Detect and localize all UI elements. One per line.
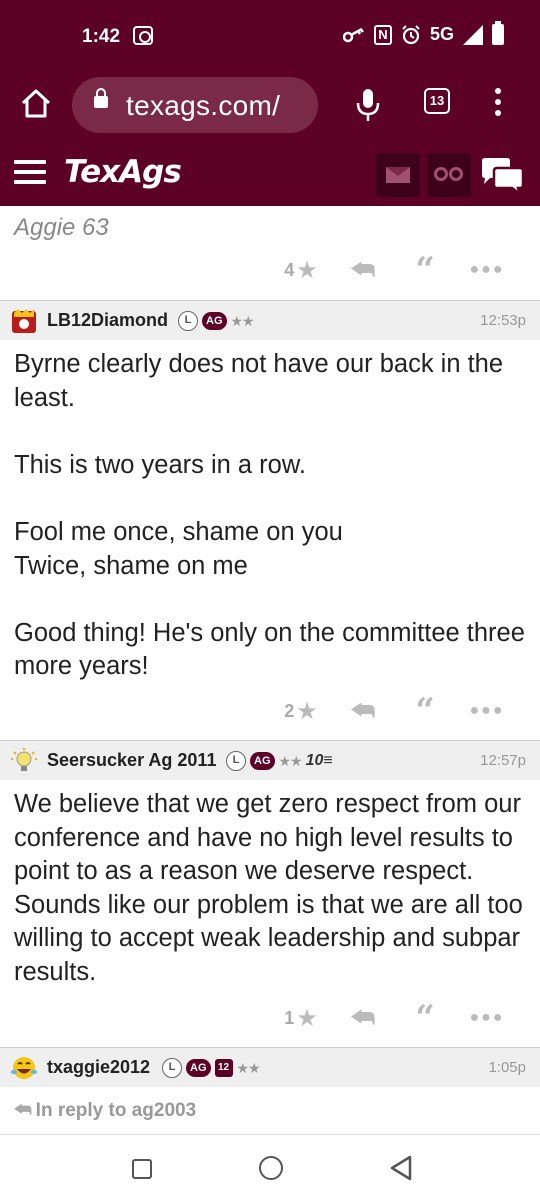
reply-button[interactable]: ⮪: [332, 695, 394, 726]
screen-record-icon: [133, 26, 153, 45]
site-logo[interactable]: TexAgs: [64, 154, 182, 190]
quote-button[interactable]: “: [394, 998, 456, 1038]
post-body: Byrne clearly does not have our back in …: [14, 348, 530, 684]
badge-12: 12: [214, 1059, 233, 1077]
post-actions: 1 ★ ⮪ “ ●●●: [270, 998, 518, 1038]
home-nav-icon[interactable]: [259, 1156, 283, 1180]
avatar[interactable]: [10, 1054, 38, 1082]
username[interactable]: Seersucker Ag 2011: [47, 750, 216, 771]
tab-switcher-button[interactable]: 13: [424, 88, 450, 114]
post-text: This is two years in a row.: [14, 450, 306, 479]
like-button[interactable]: 1 ★: [270, 1003, 332, 1033]
user-badges: L AG ★★: [178, 311, 255, 331]
quote-button[interactable]: “: [394, 691, 456, 731]
nfc-icon: N: [373, 24, 392, 45]
mic-icon[interactable]: [354, 86, 382, 124]
like-count: 2: [284, 700, 295, 721]
reply-icon: ⮪: [14, 1100, 32, 1121]
menu-icon[interactable]: [488, 87, 508, 121]
username[interactable]: LB12Diamond: [47, 310, 168, 331]
previous-post-footer: Aggie 63: [0, 206, 540, 300]
chat-icon[interactable]: [480, 157, 526, 195]
user-badges: L AG 12 ★★: [162, 1058, 261, 1078]
network-type: 5G: [429, 24, 454, 44]
badge-stars: ★★: [230, 312, 255, 329]
reply-button[interactable]: ⮪: [332, 1002, 394, 1033]
mail-icon: [386, 167, 410, 183]
badge-stars: ★★: [278, 752, 303, 769]
post-actions: 2 ★ ⮪ “ ●●●: [270, 691, 518, 731]
post-text: Twice, shame on me: [14, 551, 248, 580]
more-icon: ●●●: [469, 1009, 505, 1026]
binoculars-button[interactable]: [427, 153, 471, 197]
post-header: Seersucker Ag 2011 L AG ★★ 10≡ 12:57p: [0, 740, 540, 780]
post-actions: 4 ★ ⮪ “ ●●●: [270, 250, 518, 290]
username[interactable]: txaggie2012: [47, 1057, 150, 1078]
badge-l: L: [226, 751, 246, 771]
badge-l: L: [162, 1058, 182, 1078]
status-icons: N 5G: [342, 21, 504, 45]
more-icon: ●●●: [469, 261, 505, 278]
user-badges: L AG ★★ 10≡: [226, 751, 333, 771]
quote-icon: “: [415, 691, 435, 731]
badge-l: L: [178, 311, 198, 331]
url-text: texags.com/: [126, 90, 281, 121]
binoculars-icon: [434, 167, 464, 183]
avatar[interactable]: [10, 307, 38, 335]
browser-toolbar: texags.com/ 13: [0, 70, 540, 140]
reply-icon: ⮪: [350, 1002, 376, 1032]
post-time: 12:53p: [480, 312, 526, 329]
quote-icon: “: [415, 998, 435, 1038]
signal-icon: [463, 24, 483, 45]
battery-icon: [492, 21, 504, 45]
reply-to-link[interactable]: ⮪ In reply to ag2003: [14, 1100, 196, 1122]
reply-to-text: In reply to ag2003: [35, 1100, 197, 1121]
address-bar[interactable]: texags.com/: [72, 77, 318, 133]
status-bar: 1:42 N 5G: [0, 0, 540, 70]
badge-ag: AG: [202, 312, 227, 330]
system-nav-bar: [0, 1134, 540, 1200]
star-icon: ★: [296, 697, 318, 725]
site-header: TexAgs: [0, 140, 540, 206]
badge-10: 10≡: [305, 752, 333, 769]
quote-button[interactable]: “: [394, 250, 456, 290]
reply-icon: ⮪: [350, 695, 376, 725]
post-text: Fool me once, shame on you: [14, 517, 343, 546]
post-header: LB12Diamond L AG ★★ 12:53p: [0, 300, 540, 340]
more-button[interactable]: ●●●: [456, 1003, 518, 1033]
like-count: 4: [284, 259, 295, 280]
star-icon: ★: [296, 1004, 318, 1032]
key-icon: [342, 27, 364, 42]
post-signature: Aggie 63: [14, 214, 109, 241]
reply-button[interactable]: ⮪: [332, 254, 394, 285]
recents-icon[interactable]: [132, 1159, 152, 1179]
reply-icon: ⮪: [350, 254, 376, 284]
more-icon: ●●●: [469, 702, 505, 719]
lock-icon: [94, 88, 108, 108]
more-button[interactable]: ●●●: [456, 255, 518, 285]
badge-ag: AG: [250, 752, 275, 770]
like-button[interactable]: 2 ★: [270, 696, 332, 726]
home-icon[interactable]: [18, 86, 54, 122]
star-icon: ★: [296, 256, 318, 284]
post-header: txaggie2012 L AG 12 ★★ 1:05p: [0, 1047, 540, 1087]
quote-icon: “: [415, 250, 435, 290]
post-body: We believe that we get zero respect from…: [14, 788, 530, 990]
badge-stars: ★★: [236, 1059, 261, 1076]
status-time: 1:42: [82, 26, 121, 47]
alarm-icon: [402, 24, 420, 44]
badge-ag: AG: [186, 1059, 211, 1077]
hamburger-menu-icon[interactable]: [14, 160, 46, 184]
mail-button[interactable]: [376, 153, 420, 197]
post-text: We believe that we get zero respect from…: [14, 790, 523, 986]
post-text: Byrne clearly does not have our back in …: [14, 350, 504, 412]
post-time: 12:57p: [480, 752, 526, 769]
like-button[interactable]: 4 ★: [270, 255, 332, 285]
post-text: Good thing! He's only on the committee t…: [14, 618, 525, 681]
back-icon[interactable]: [388, 1154, 414, 1182]
post-time: 1:05p: [488, 1059, 526, 1076]
more-button[interactable]: ●●●: [456, 696, 518, 726]
like-count: 1: [284, 1007, 295, 1028]
avatar[interactable]: [10, 747, 38, 775]
